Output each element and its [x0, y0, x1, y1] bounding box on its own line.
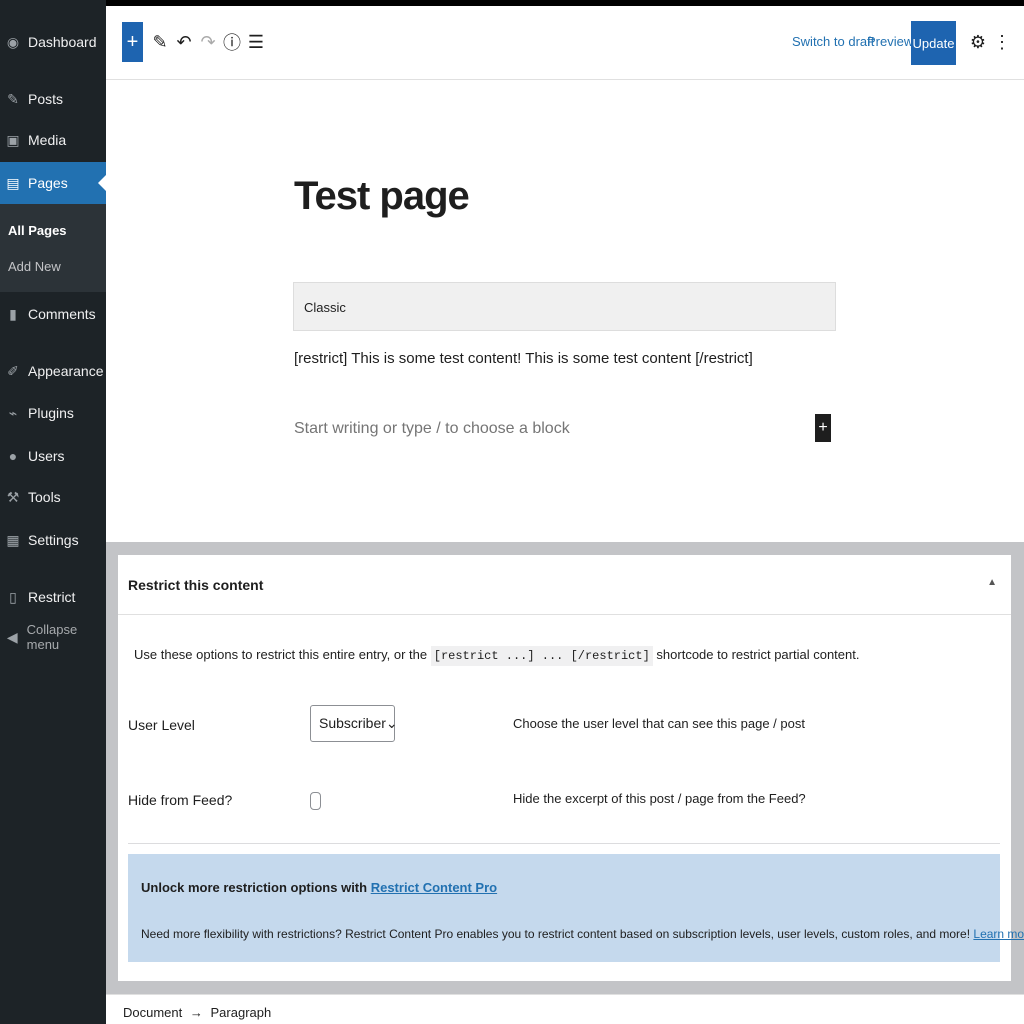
sidebar-item-pages[interactable]: ▤ Pages — [0, 162, 106, 204]
brush-icon: ✐ — [7, 362, 19, 379]
sidebar-item-users[interactable]: ● Users — [0, 439, 106, 473]
metabox-area: Restrict this content ▲ Use these option… — [106, 542, 1024, 994]
learn-more-link[interactable]: Learn more... — [973, 927, 1024, 941]
breadcrumb-paragraph[interactable]: Paragraph — [211, 1005, 272, 1020]
hide-feed-checkbox[interactable] — [310, 792, 321, 810]
promo-text: Need more flexibility with restrictions?… — [141, 927, 1024, 941]
restrict-icon: ▯ — [9, 588, 17, 605]
intro-text: Use these options to restrict this entir… — [134, 647, 428, 662]
sidebar-item-label: Media — [28, 132, 67, 148]
restrict-metabox: Restrict this content ▲ Use these option… — [118, 555, 1024, 981]
block-editor: + ✎ ↶ ↷ ⓘ ☰ Switch to draft Preview Upda… — [106, 6, 1024, 1024]
preview-button[interactable]: Preview — [867, 34, 913, 49]
sidebar-item-settings[interactable]: ▦ Settings — [0, 523, 106, 557]
block-placeholder[interactable]: Start writing or type / to choose a bloc… — [294, 420, 570, 438]
intro-text-end: shortcode to restrict partial content. — [656, 647, 860, 662]
restrict-content-pro-link[interactable]: Restrict Content Pro — [371, 880, 497, 895]
divider — [128, 843, 1000, 844]
submenu-all-pages[interactable]: All Pages — [8, 223, 67, 238]
editor-toolbar: + ✎ ↶ ↷ ⓘ ☰ Switch to draft Preview Upda… — [106, 6, 1024, 80]
metabox-header[interactable]: Restrict this content ▲ — [118, 555, 1011, 615]
sidebar-item-label: Restrict — [28, 589, 76, 605]
user-icon: ● — [8, 448, 18, 464]
sidebar-item-label: Settings — [28, 532, 79, 548]
comment-icon: ▮ — [9, 305, 17, 322]
inline-add-block-button[interactable]: + — [815, 414, 831, 442]
page-title[interactable]: Test page — [294, 174, 470, 219]
details-icon[interactable]: ⓘ — [222, 30, 242, 54]
pin-icon: ✎ — [7, 90, 19, 107]
collapse-label: Collapse menu — [26, 622, 78, 652]
promo-body: Need more flexibility with restrictions?… — [141, 927, 971, 941]
breadcrumb-document[interactable]: Document — [123, 1005, 182, 1020]
sidebar-item-dashboard[interactable]: ◉ Dashboard — [0, 25, 106, 59]
list-view-icon[interactable]: ☰ — [246, 30, 266, 54]
promo-title-text: Unlock more restriction options with — [141, 880, 368, 895]
dashboard-icon: ◉ — [6, 33, 20, 50]
collapse-menu[interactable]: ◀ Collapse menu — [0, 620, 106, 654]
more-options-icon[interactable]: ⋮ — [992, 30, 1012, 54]
user-level-value: Subscriber — [319, 715, 386, 731]
classic-block-toolbar[interactable]: Classic — [293, 282, 836, 331]
upgrade-promo: Unlock more restriction options with Res… — [128, 854, 1024, 962]
sidebar-item-label: Posts — [28, 91, 64, 107]
user-level-select[interactable]: Subscriber ⌄ — [310, 705, 398, 742]
collapse-icon: ◀ — [6, 628, 18, 645]
hide-feed-label: Hide from Feed? — [128, 792, 233, 808]
pages-icon: ▤ — [6, 174, 20, 191]
user-level-label: User Level — [128, 717, 195, 733]
switch-to-draft-button[interactable]: Switch to draft — [792, 34, 874, 49]
edit-tools-icon[interactable]: ✎ — [150, 30, 170, 54]
settings-icon: ▦ — [6, 531, 20, 548]
block-breadcrumb: Document → Paragraph — [106, 994, 1024, 1024]
redo-icon[interactable]: ↷ — [198, 30, 218, 54]
sidebar-item-label: Tools — [28, 489, 61, 505]
wrench-icon: ⚒ — [6, 488, 20, 505]
sidebar-item-label: Pages — [28, 175, 68, 191]
sidebar-item-tools[interactable]: ⚒ Tools — [0, 480, 106, 514]
sidebar-item-posts[interactable]: ✎ Posts — [0, 82, 106, 116]
sidebar-item-label: Plugins — [28, 405, 74, 421]
metabox-title: Restrict this content — [128, 577, 264, 593]
sidebar-item-label: Appearance — [28, 363, 104, 379]
sidebar-item-media[interactable]: ▣ Media — [0, 123, 106, 157]
media-icon: ▣ — [6, 131, 20, 148]
hide-feed-description: Hide the excerpt of this post / page fro… — [513, 791, 806, 806]
sidebar-item-label: Dashboard — [28, 34, 97, 50]
plugin-icon: ⌁ — [8, 404, 18, 421]
submenu-add-new[interactable]: Add New — [8, 259, 61, 274]
sidebar-item-plugins[interactable]: ⌁ Plugins — [0, 396, 106, 430]
update-button[interactable]: Update — [911, 21, 956, 65]
settings-gear-icon[interactable]: ⚙ — [968, 30, 988, 54]
chevron-down-icon: ⌄ — [385, 715, 398, 731]
pages-submenu: All Pages Add New — [0, 204, 106, 292]
user-level-description: Choose the user level that can see this … — [513, 716, 805, 731]
shortcode-example: [restrict ...] ... [/restrict] — [430, 646, 653, 666]
undo-icon[interactable]: ↶ — [174, 30, 194, 54]
admin-sidebar: ◉ Dashboard ✎ Posts ▣ Media ▤ Pages All … — [0, 0, 106, 1024]
metabox-intro: Use these options to restrict this entir… — [134, 646, 860, 666]
add-block-button[interactable]: + — [122, 22, 143, 62]
sidebar-item-restrict[interactable]: ▯ Restrict — [0, 580, 106, 614]
sidebar-item-label: Users — [28, 448, 65, 464]
collapse-arrow-icon[interactable]: ▲ — [987, 577, 997, 588]
promo-title: Unlock more restriction options with Res… — [141, 880, 497, 895]
sidebar-item-comments[interactable]: ▮ Comments — [0, 297, 106, 331]
classic-block-content[interactable]: [restrict] This is some test content! Th… — [294, 350, 753, 367]
breadcrumb-separator: → — [189, 1005, 203, 1020]
sidebar-item-appearance[interactable]: ✐ Appearance — [0, 354, 106, 388]
sidebar-item-label: Comments — [28, 306, 96, 322]
